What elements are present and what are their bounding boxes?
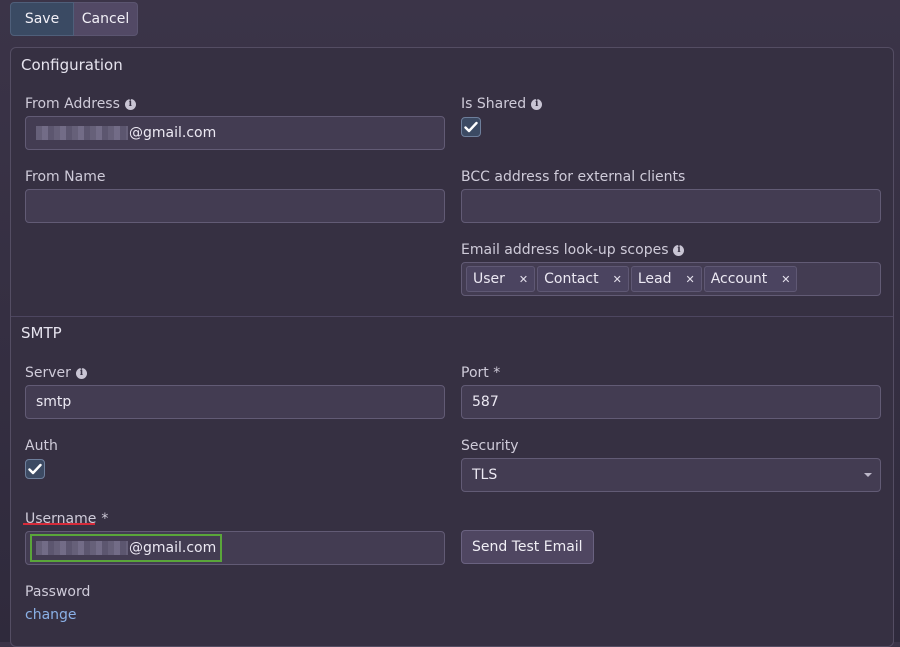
info-icon[interactable]: i [531,98,543,110]
change-password-link[interactable]: change [25,607,77,623]
is-shared-checkbox[interactable] [461,117,481,137]
info-icon[interactable]: i [75,367,87,379]
password-label: Password [25,584,91,600]
remove-icon[interactable]: ✕ [519,273,528,286]
port-label: Port * [461,365,501,381]
masked-text [36,541,128,555]
username-highlight: @gmail.com [30,534,223,562]
scope-tag: User ✕ [466,266,536,292]
bcc-input[interactable] [461,189,881,223]
caret-down-icon [864,473,872,477]
server-input[interactable]: smtp [25,385,445,419]
auth-checkbox[interactable] [25,459,45,479]
section-divider [11,316,893,317]
username-input[interactable]: @gmail.com [25,531,445,565]
lookup-scopes-input[interactable]: User ✕ Contact ✕ Lead ✕ Account ✕ [461,262,881,296]
scope-tag: Contact ✕ [537,266,629,292]
from-address-input[interactable]: @gmail.com [25,116,445,150]
from-name-input[interactable] [25,189,445,223]
server-label: Server i [25,365,87,381]
port-input[interactable]: 587 [461,385,881,419]
from-name-label: From Name [25,169,106,185]
smtp-title: SMTP [21,324,62,342]
scope-tag: Account ✕ [703,266,798,292]
check-icon [464,121,478,133]
security-select[interactable]: TLS [461,458,881,492]
toolbar: Save Cancel [10,2,138,36]
info-icon[interactable]: i [124,98,136,110]
cancel-button[interactable]: Cancel [74,2,138,36]
remove-icon[interactable]: ✕ [613,273,622,286]
info-icon[interactable]: i [673,244,685,256]
security-label: Security [461,438,519,454]
from-address-label: From Address i [25,96,136,112]
spellcheck-underline [23,523,95,525]
configuration-title: Configuration [21,56,123,74]
email-account-panel: Configuration From Address i @gmail.com … [10,47,894,647]
remove-icon[interactable]: ✕ [781,273,790,286]
send-test-email-button[interactable]: Send Test Email [461,530,594,564]
auth-label: Auth [25,438,58,454]
masked-text [36,126,128,140]
check-icon [28,463,42,475]
scope-tag: Lead ✕ [630,266,702,292]
lookup-scopes-label: Email address look-up scopes i [461,242,685,258]
is-shared-label: Is Shared i [461,96,543,112]
remove-icon[interactable]: ✕ [685,273,694,286]
bcc-label: BCC address for external clients [461,169,686,185]
save-button[interactable]: Save [10,2,74,36]
